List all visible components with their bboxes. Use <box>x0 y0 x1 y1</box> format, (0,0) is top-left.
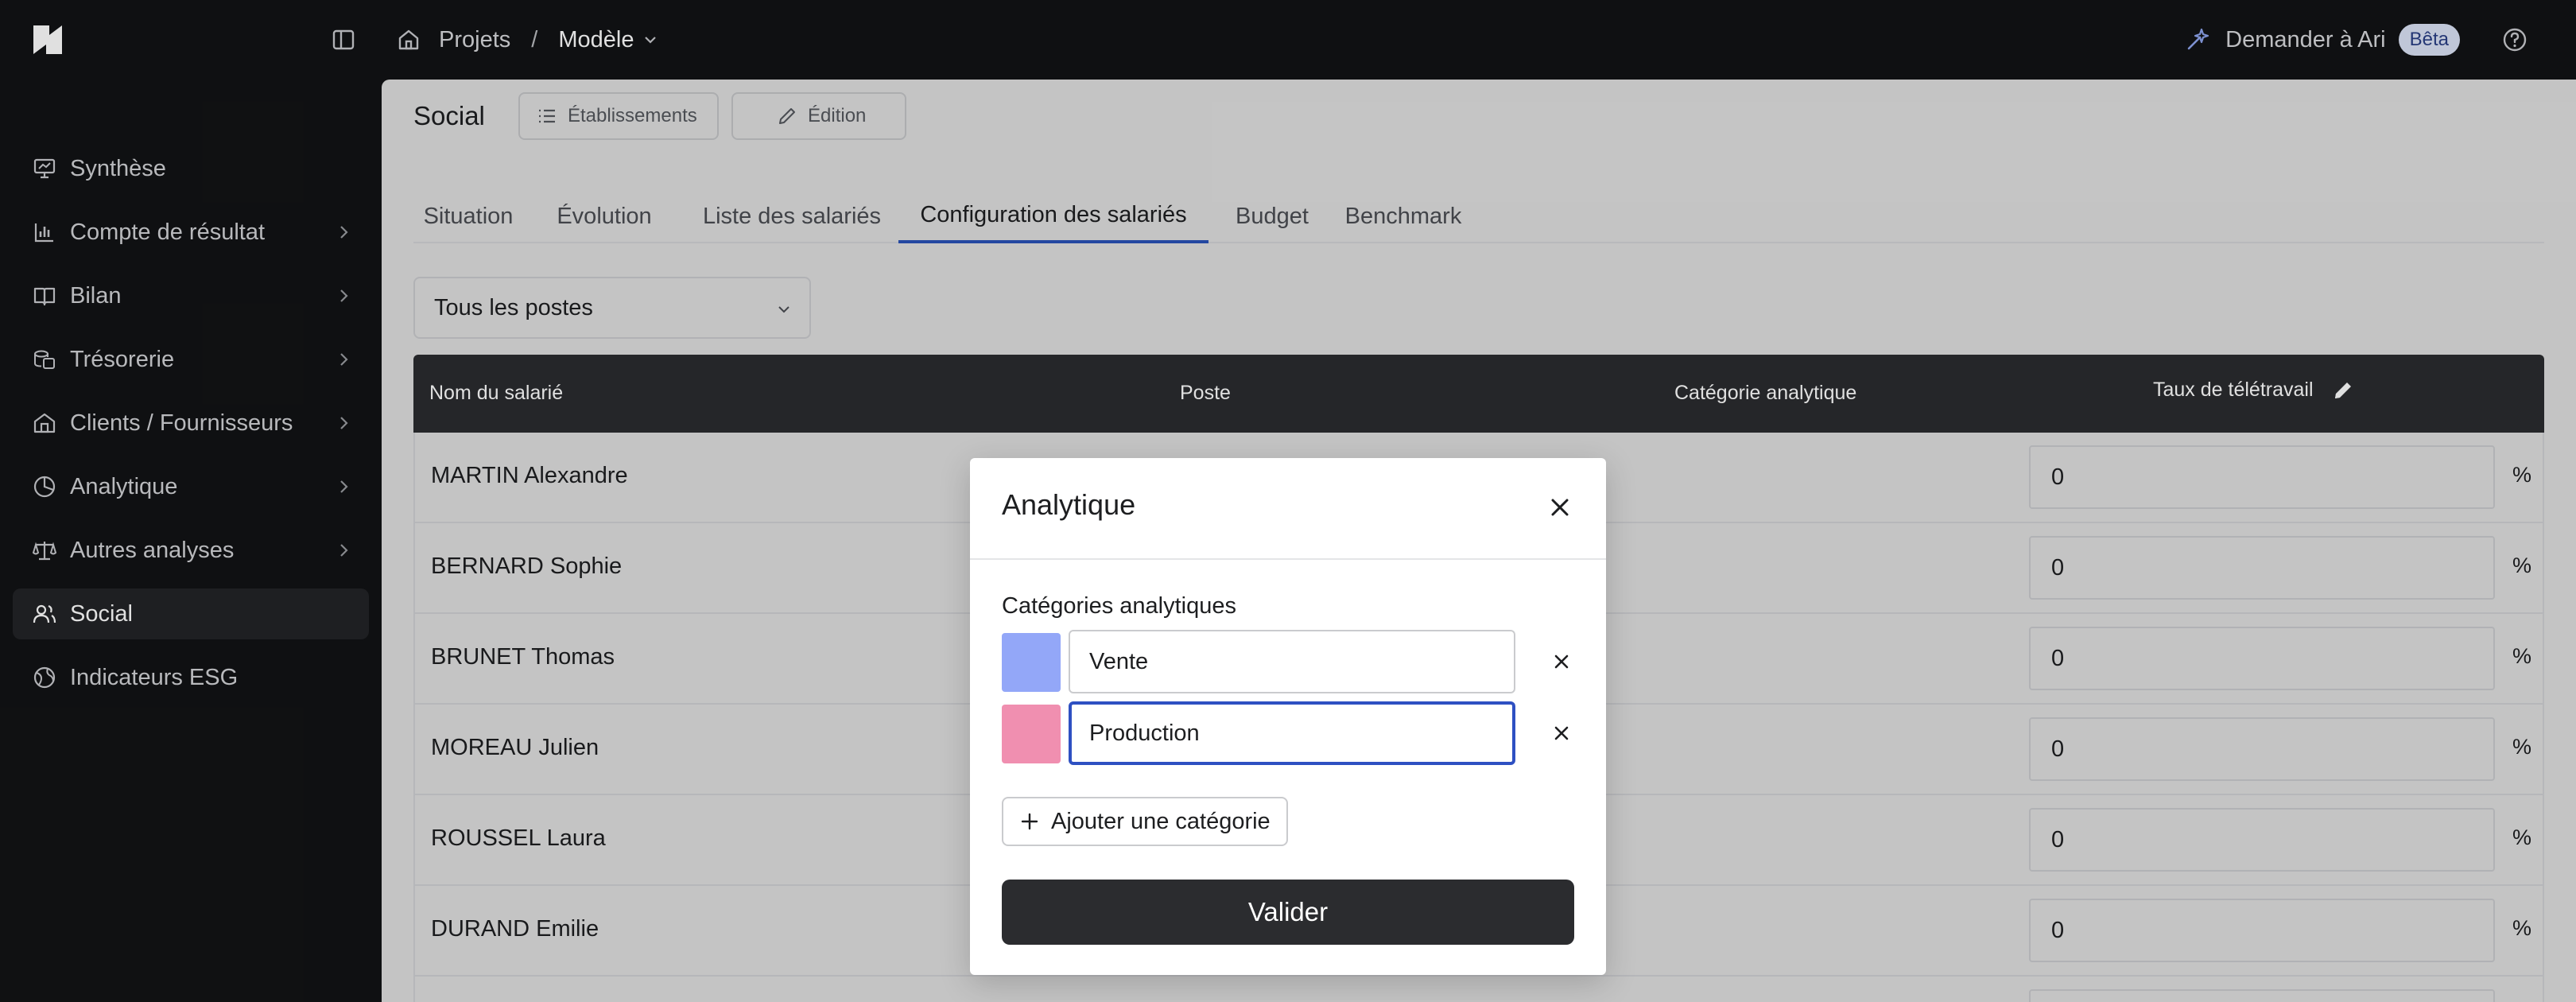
analytics-modal: Analytique Catégories analytiques Vente … <box>970 458 1606 975</box>
plus-icon <box>1021 813 1038 830</box>
category-name-input[interactable]: Production <box>1069 701 1515 765</box>
category-row: Vente <box>1002 630 1574 693</box>
category-color-swatch[interactable] <box>1002 705 1061 763</box>
remove-category-icon[interactable] <box>1550 651 1573 673</box>
add-category-label: Ajouter une catégorie <box>1051 808 1271 834</box>
modal-divider <box>970 558 1606 560</box>
category-color-swatch[interactable] <box>1002 633 1061 692</box>
category-name-input[interactable]: Vente <box>1069 630 1515 693</box>
close-icon[interactable] <box>1546 493 1574 522</box>
add-category-button[interactable]: Ajouter une catégorie <box>1002 797 1288 846</box>
categories-label: Catégories analytiques <box>1002 593 1237 619</box>
remove-category-icon[interactable] <box>1550 722 1573 744</box>
submit-button[interactable]: Valider <box>1002 880 1574 945</box>
modal-title: Analytique <box>1002 488 1136 521</box>
category-row: Production <box>1002 701 1574 765</box>
